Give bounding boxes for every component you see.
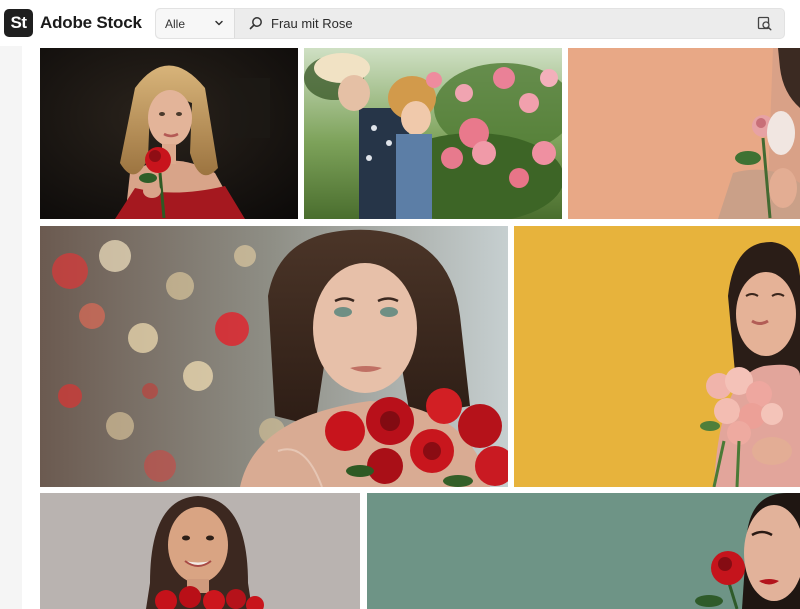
search-input[interactable] [271,13,731,34]
adobe-stock-logo[interactable]: St [4,9,33,37]
top-header: St Adobe Stock Alle [0,0,800,46]
asset-type-filter-dropdown[interactable]: Alle [156,9,235,38]
search-bar: Alle [155,8,785,39]
result-image-3[interactable] [568,48,800,219]
woman-pink-bouquet-yellow-image [514,226,800,487]
brand-name[interactable]: Adobe Stock [40,13,142,33]
search-icon[interactable] [249,16,263,30]
result-image-5[interactable] [514,226,800,487]
result-image-6[interactable] [40,493,360,609]
filter-selected-label: Alle [165,17,186,31]
woman-red-lips-teal-image [367,493,800,609]
woman-red-roses-grey-image [40,493,360,609]
result-image-2[interactable] [304,48,562,219]
result-image-4[interactable] [40,226,508,487]
chevron-down-icon [215,20,223,26]
result-image-1[interactable] [40,48,298,219]
woman-red-roses-bokeh-image [40,226,508,487]
left-filter-rail [0,46,22,609]
woman-child-roses-image [304,48,562,219]
visual-search-icon[interactable] [757,16,772,31]
woman-red-dress-image [40,48,298,219]
woman-pink-rose-peach-image [568,48,800,219]
result-image-7[interactable] [367,493,800,609]
